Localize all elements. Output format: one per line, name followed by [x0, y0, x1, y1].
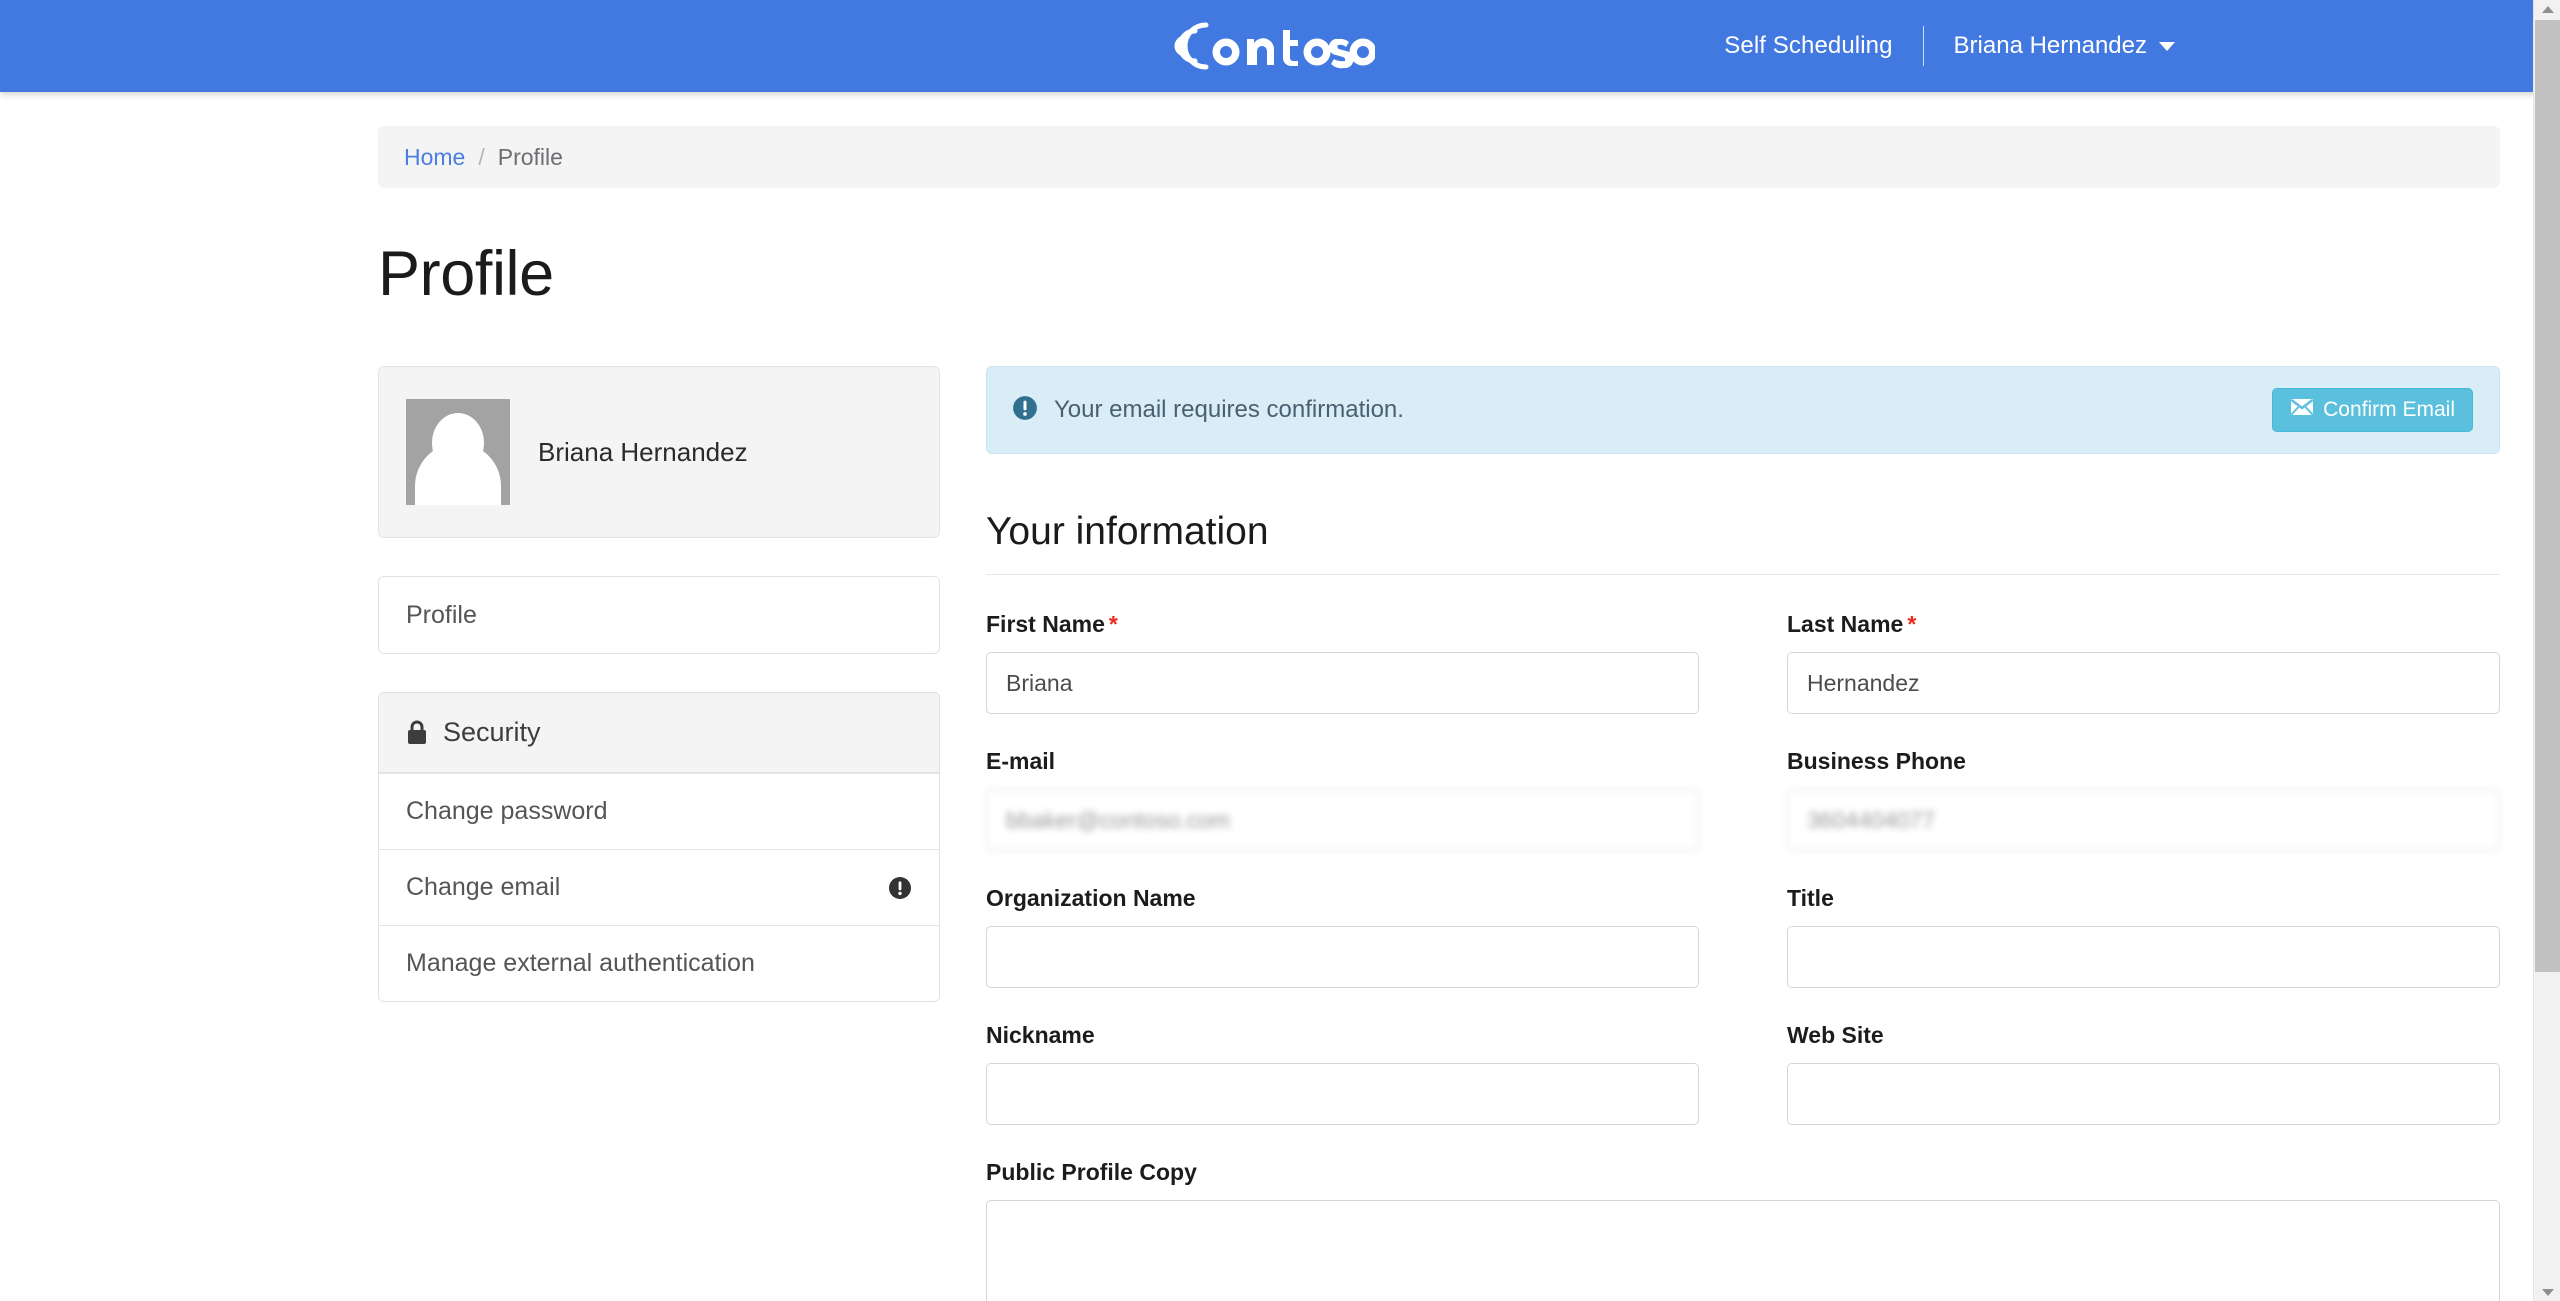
sidebar-security-label: Security — [443, 717, 541, 747]
web-site-input[interactable] — [1787, 1063, 2500, 1125]
section-title-your-information: Your information — [986, 510, 2500, 575]
page-wrapper: Home / Profile Profile Briana Hernandez … — [0, 126, 2530, 1301]
profile-summary-name: Briana Hernandez — [538, 436, 748, 467]
public-profile-copy-textarea[interactable] — [986, 1200, 2500, 1301]
label-nickname: Nickname — [986, 1022, 1095, 1048]
label-title: Title — [1787, 885, 1834, 911]
email-input[interactable] — [986, 789, 1699, 851]
field-first-name: First Name * — [986, 611, 1699, 714]
nickname-input[interactable] — [986, 1063, 1699, 1125]
scrollbar-thumb[interactable] — [2535, 20, 2560, 972]
alert-message: Your email requires confirmation. — [1054, 396, 1404, 423]
top-navbar: Self Scheduling Briana Hernandez — [0, 0, 2560, 92]
chevron-down-icon — [2159, 41, 2175, 51]
label-text: First Name — [986, 611, 1105, 637]
field-web-site: Web Site — [1787, 1022, 2500, 1125]
sidebar-item-label: Manage external authentication — [406, 949, 755, 977]
navbar-right-group: Self Scheduling Briana Hernandez — [1724, 26, 2175, 66]
brand-logo-link[interactable] — [1165, 15, 1375, 77]
required-marker: * — [1108, 611, 1118, 637]
user-menu-label: Briana Hernandez — [1953, 32, 2147, 59]
form-row-org-title: Organization Name Title — [986, 885, 2500, 1014]
label-last-name: Last Name * — [1787, 611, 2500, 638]
nav-link-self-scheduling[interactable]: Self Scheduling — [1724, 32, 1892, 60]
label-organization-name: Organization Name — [986, 885, 1196, 911]
form-row-names: First Name* Last Name* — [986, 611, 2500, 740]
label-text: Last Name — [1787, 611, 1904, 637]
envelope-icon — [2290, 398, 2323, 422]
business-phone-input[interactable] — [1787, 789, 2500, 851]
field-business-phone: Business Phone — [1787, 748, 2500, 851]
nav-divider — [1922, 26, 1924, 66]
sidebar: Briana Hernandez Profile Security Change… — [378, 366, 940, 1002]
form-row-contact: E-mail Business Phone — [986, 748, 2500, 877]
confirm-email-button-label: Confirm Email — [2323, 398, 2455, 421]
sidebar-security-card: Security Change password Change email Ma… — [378, 692, 940, 1002]
email-confirmation-alert: Your email requires confirmation. Confir… — [986, 366, 2500, 454]
sidebar-item-change-password[interactable]: Change password — [379, 773, 939, 849]
sidebar-item-profile[interactable]: Profile — [379, 577, 939, 653]
organization-name-input[interactable] — [986, 926, 1699, 988]
field-public-profile-copy: Public Profile Copy — [986, 1159, 2500, 1301]
sidebar-item-label: Change email — [406, 873, 561, 901]
field-nickname: Nickname — [986, 1022, 1699, 1125]
field-title: Title — [1787, 885, 2500, 988]
field-last-name: Last Name * — [1787, 611, 2500, 714]
field-email: E-mail — [986, 748, 1699, 851]
user-avatar-placeholder-icon — [406, 399, 510, 505]
required-marker: * — [1907, 611, 1917, 637]
scrollbar-down-arrow[interactable] — [2534, 1283, 2560, 1301]
field-organization-name: Organization Name — [986, 885, 1699, 988]
breadcrumb-item-profile: Profile — [497, 143, 563, 170]
sidebar-security-header: Security — [379, 693, 939, 773]
exclamation-circle-icon — [888, 876, 912, 900]
confirm-email-button[interactable]: Confirm Email — [2272, 388, 2473, 432]
form-row-nickname-website: Nickname Web Site — [986, 1022, 2500, 1151]
breadcrumb: Home / Profile — [378, 126, 2500, 188]
lock-icon — [406, 720, 428, 746]
sidebar-item-manage-external-authentication[interactable]: Manage external authentication — [379, 925, 939, 1001]
user-menu-toggle[interactable]: Briana Hernandez — [1954, 32, 2175, 60]
title-input[interactable] — [1787, 926, 2500, 988]
label-first-name: First Name * — [986, 611, 1699, 638]
sidebar-nav-card: Profile — [378, 576, 940, 654]
breadcrumb-item-home[interactable]: Home — [404, 144, 465, 171]
label-business-phone: Business Phone — [1787, 748, 1966, 774]
sidebar-item-label: Change password — [406, 797, 608, 825]
label-web-site: Web Site — [1787, 1022, 1884, 1048]
first-name-input[interactable] — [986, 652, 1699, 714]
sidebar-item-label: Profile — [406, 600, 477, 629]
label-public-profile-copy: Public Profile Copy — [986, 1159, 1197, 1185]
last-name-input[interactable] — [1787, 652, 2500, 714]
form-row-public-profile-copy: Public Profile Copy — [986, 1159, 2500, 1301]
exclamation-circle-icon — [1012, 395, 1038, 426]
profile-form: First Name* Last Name* E-mail — [986, 611, 2500, 1301]
scrollbar-up-arrow[interactable] — [2534, 0, 2560, 18]
page-scrollbar[interactable] — [2533, 0, 2560, 1301]
page-title: Profile — [378, 239, 554, 309]
sidebar-item-change-email[interactable]: Change email — [379, 849, 939, 925]
contoso-logo-icon — [1165, 15, 1375, 77]
profile-summary-card: Briana Hernandez — [378, 366, 940, 538]
label-email: E-mail — [986, 748, 1056, 774]
breadcrumb-separator: / — [478, 143, 485, 170]
main-content: Your email requires confirmation. Confir… — [986, 366, 2500, 1301]
content-layout: Briana Hernandez Profile Security Change… — [378, 366, 2500, 1301]
